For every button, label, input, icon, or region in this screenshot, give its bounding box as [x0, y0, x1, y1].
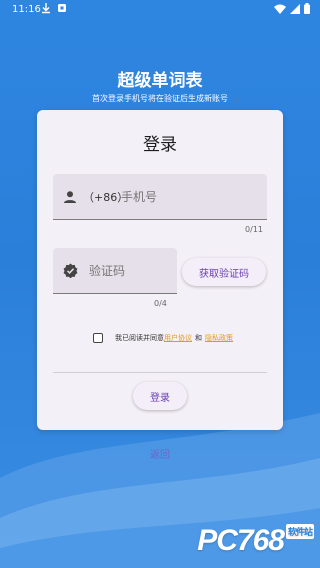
- card-title: 登录: [143, 135, 177, 155]
- person-icon: [64, 191, 76, 203]
- phone-input[interactable]: [119, 185, 263, 209]
- code-field[interactable]: [53, 248, 177, 294]
- agreement-prefix: 我已阅读并同意: [115, 334, 164, 342]
- watermark-logo: PC768 软件站: [197, 524, 314, 558]
- signal-icon: [290, 3, 300, 14]
- app-title: 超级单词表: [117, 71, 203, 91]
- login-button[interactable]: 登录: [133, 382, 187, 410]
- agreement-checkbox[interactable]: [93, 333, 103, 343]
- get-code-button[interactable]: 获取验证码: [182, 258, 266, 286]
- user-agreement-link[interactable]: 用户协议: [164, 333, 192, 343]
- login-card: 登录 （+86） 0/11 0/4 获取验证码 我已阅读并同意 用户协议 和 隐…: [37, 110, 283, 430]
- divider: [53, 372, 267, 373]
- phone-field[interactable]: （+86）: [53, 174, 267, 220]
- battery-icon: [304, 3, 310, 14]
- watermark-tag: 软件站: [285, 524, 314, 539]
- back-button[interactable]: 返回: [0, 446, 320, 461]
- code-char-counter: 0/4: [154, 299, 167, 308]
- app-notification-icon: [58, 4, 66, 12]
- status-bar: 11:16: [0, 0, 320, 18]
- code-input[interactable]: [87, 259, 175, 283]
- agreement-row: 我已阅读并同意 用户协议 和 隐私政策: [93, 331, 233, 345]
- privacy-policy-link[interactable]: 隐私政策: [205, 333, 233, 343]
- wifi-icon: [274, 4, 286, 14]
- download-icon: [42, 3, 50, 14]
- agreement-and: 和: [195, 334, 202, 342]
- watermark-text: PC768: [197, 524, 285, 557]
- app-subtitle: 首次登录手机号将在验证后生成新账号: [92, 94, 228, 103]
- verified-badge-icon: [63, 263, 78, 278]
- phone-char-counter: 0/11: [245, 225, 263, 234]
- status-time: 11:16: [12, 4, 41, 15]
